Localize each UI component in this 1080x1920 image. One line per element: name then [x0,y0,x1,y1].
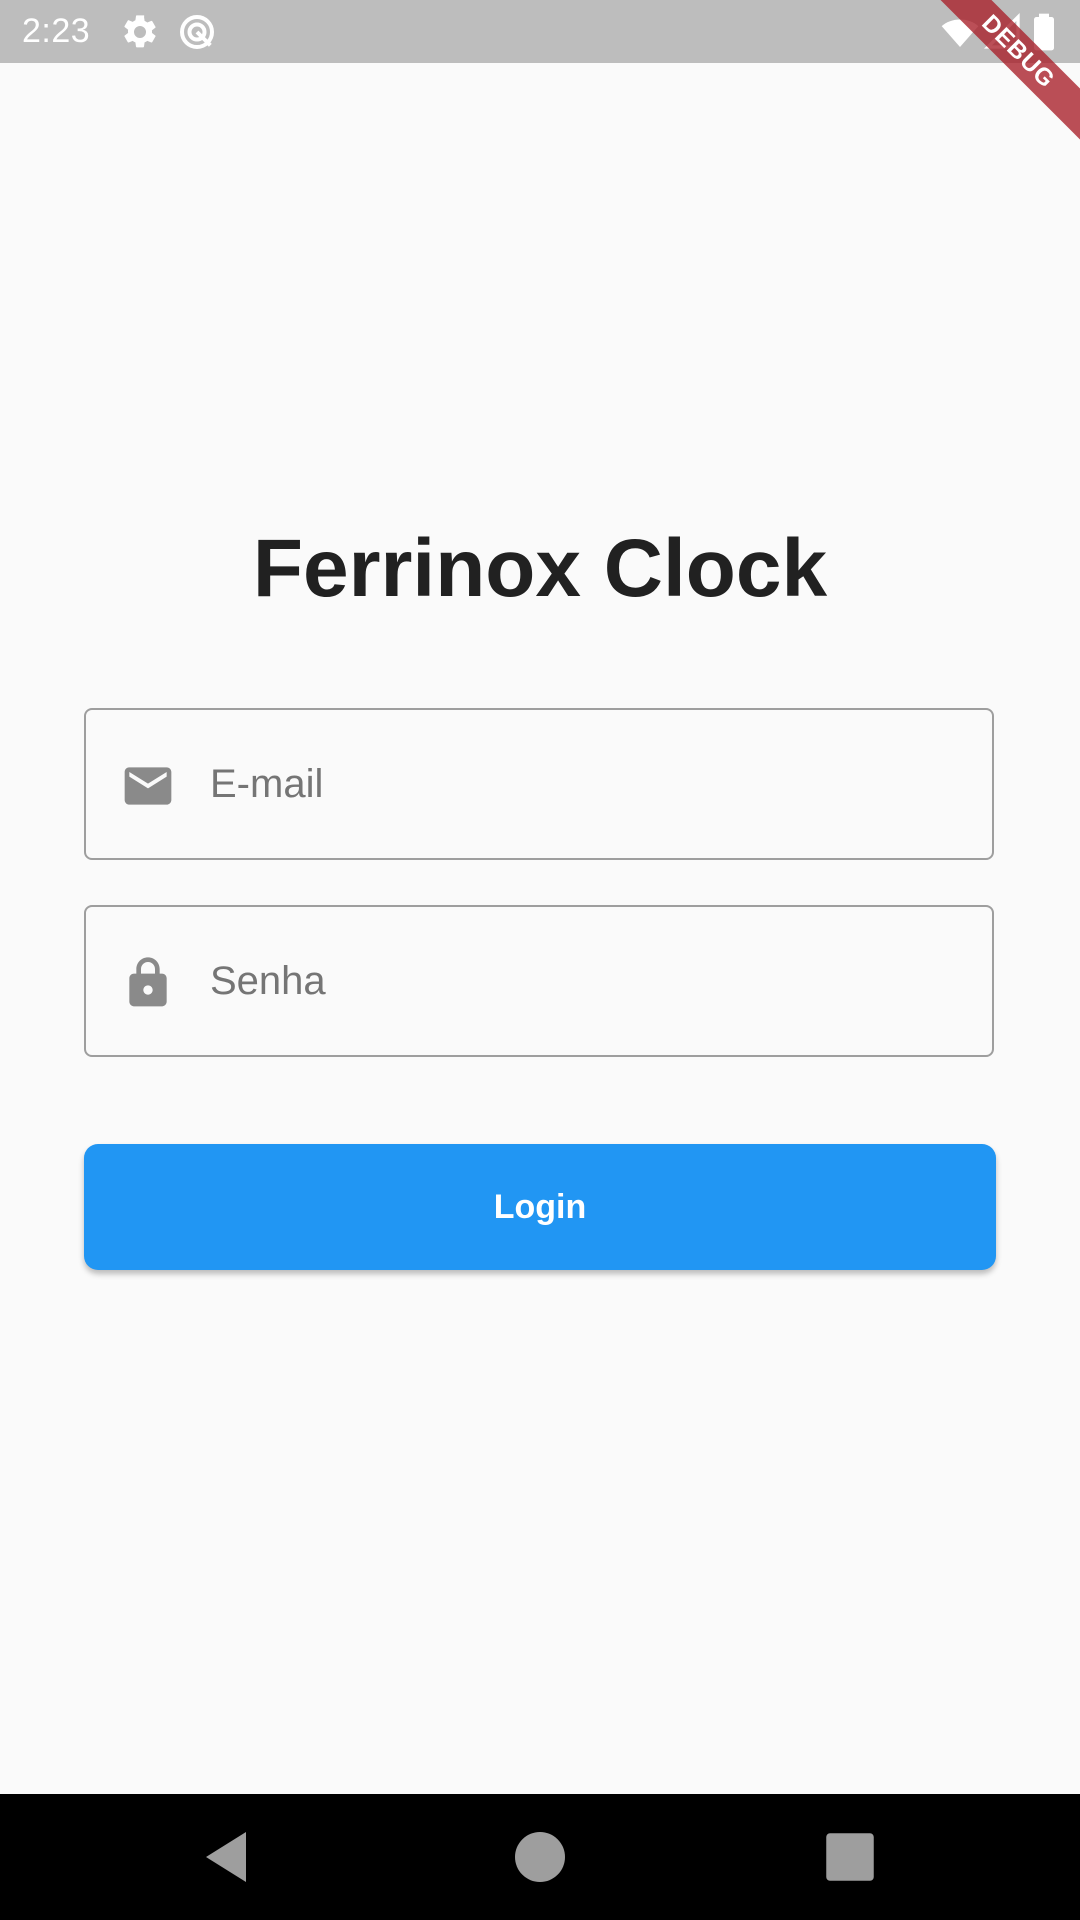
status-time: 2:23 [22,12,91,50]
navigation-bar [0,1794,1080,1920]
wifi-icon [940,12,980,52]
home-icon[interactable] [510,1827,570,1887]
password-input[interactable] [210,907,970,1055]
login-screen: 2:23 DEBUG Ferrinox Clock E-mail Login [0,0,1080,1920]
cell-signal-icon [983,12,1023,52]
mail-icon [120,758,176,814]
settings-gear-icon [120,12,160,52]
password-field[interactable] [84,905,994,1057]
email-input[interactable] [210,710,970,858]
data-saver-icon [177,12,217,52]
lock-icon [120,955,176,1011]
app-title: Ferrinox Clock [252,523,828,614]
login-button[interactable]: Login [84,1144,996,1270]
recents-icon[interactable] [820,1827,880,1887]
email-field[interactable] [84,708,994,860]
back-icon[interactable] [196,1827,256,1887]
battery-icon [1030,12,1058,52]
status-bar: 2:23 [0,0,1080,63]
